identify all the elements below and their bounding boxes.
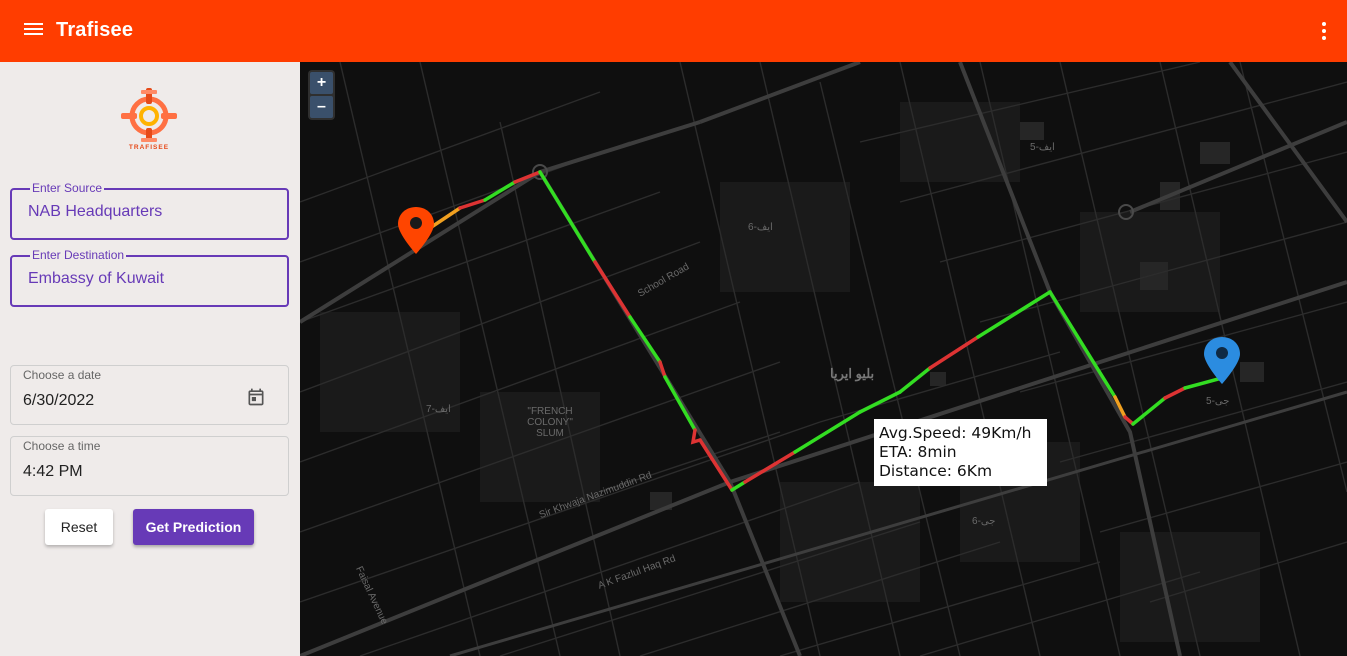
- avg-speed-text: Avg.Speed: 49Km/h: [879, 424, 1032, 442]
- destination-input[interactable]: [28, 270, 268, 288]
- source-input[interactable]: [28, 203, 268, 221]
- reset-button[interactable]: Reset: [45, 509, 113, 545]
- map-label-blue-area: بلیو ایریا: [830, 366, 875, 381]
- date-value: 6/30/2022: [23, 392, 95, 409]
- eta-text: ETA: 8min: [879, 443, 957, 461]
- zoom-control: + –: [308, 70, 335, 120]
- map-label-f7: ایف-7: [426, 404, 451, 415]
- date-field[interactable]: Choose a date 6/30/2022: [10, 365, 289, 425]
- zoom-in-button[interactable]: +: [310, 72, 333, 94]
- destination-field[interactable]: Enter Destination: [10, 248, 289, 307]
- sidebar: TRAFISEE Enter Source Enter Destination …: [0, 62, 300, 656]
- get-prediction-button[interactable]: Get Prediction: [133, 509, 254, 545]
- date-label: Choose a date: [23, 368, 102, 382]
- map-label-french-colony: "FRENCH COLONY" SLUM: [527, 406, 573, 439]
- time-value: 4:42 PM: [23, 463, 83, 480]
- map-label-g6: جی-6: [972, 516, 996, 527]
- destination-label: Enter Destination: [30, 248, 127, 262]
- map-label-g5: جی-5: [1206, 396, 1230, 407]
- map-canvas: [300, 62, 1347, 656]
- source-field[interactable]: Enter Source: [10, 181, 289, 240]
- trafisee-logo: TRAFISEE: [117, 86, 181, 156]
- logo-text: TRAFISEE: [128, 144, 170, 151]
- zoom-out-button[interactable]: –: [310, 96, 333, 118]
- source-label: Enter Source: [30, 181, 105, 195]
- app-bar: Trafisee: [0, 0, 1347, 62]
- map-label-f6: ایف-6: [748, 222, 773, 233]
- route-info-tooltip: Avg.Speed: 49Km/h ETA: 8min Distance: 6K…: [874, 419, 1047, 486]
- calendar-icon[interactable]: [246, 387, 266, 407]
- distance-text: Distance: 6Km: [879, 462, 993, 480]
- app-title: Trafisee: [56, 19, 134, 41]
- more-options-icon[interactable]: [1319, 20, 1329, 42]
- map-label-f5: ایف-5: [1030, 142, 1055, 153]
- time-field[interactable]: Choose a time 4:42 PM: [10, 436, 289, 496]
- map-view[interactable]: بلیو ایریا ایف-6 ایف-7 جی-5 جی-6 ایف-5 "…: [300, 62, 1347, 656]
- time-label: Choose a time: [23, 439, 101, 453]
- source-pin-icon[interactable]: [398, 207, 434, 254]
- menu-icon[interactable]: [24, 20, 46, 42]
